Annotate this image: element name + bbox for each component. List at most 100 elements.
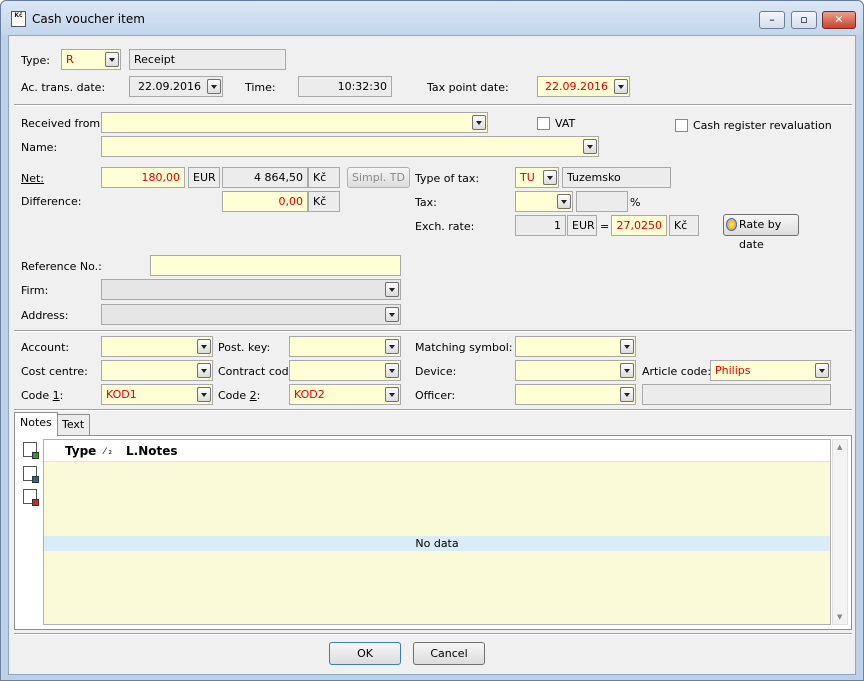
ok-button[interactable]: OK: [329, 642, 401, 665]
officer-description: [642, 384, 831, 405]
net-amount-field[interactable]: 180,00: [101, 167, 185, 188]
reference-number-field[interactable]: [150, 255, 401, 276]
chevron-down-icon[interactable]: [105, 52, 119, 67]
minimize-button[interactable]: –: [759, 11, 785, 29]
chevron-down-icon[interactable]: [385, 339, 399, 354]
chevron-down-icon[interactable]: [385, 363, 399, 378]
received-from-select[interactable]: [101, 112, 488, 133]
rate-by-date-button[interactable]: Rate by date: [723, 214, 799, 251]
chevron-down-icon[interactable]: [197, 363, 211, 378]
tax-point-date-value: 22.09.2016: [545, 80, 608, 93]
column-notes[interactable]: L.Notes: [126, 444, 178, 458]
cash-voucher-window: Kč Cash voucher item – ▫ ✕ Type: R Recei…: [0, 0, 864, 681]
officer-select[interactable]: [515, 384, 636, 405]
code-2-label-number: 2: [249, 389, 257, 402]
code-2-label-text: Code: [218, 389, 250, 402]
firm-label: Firm:: [21, 284, 49, 297]
cancel-button[interactable]: Cancel: [413, 642, 485, 665]
ac-trans-date-field[interactable]: 22.09.2016: [129, 76, 223, 97]
matching-symbol-label: Matching symbol:: [415, 341, 513, 354]
chevron-down-icon[interactable]: [620, 387, 634, 402]
ac-trans-date-label: Ac. trans. date:: [21, 81, 106, 94]
matching-symbol-select[interactable]: [515, 336, 636, 357]
delete-note-icon[interactable]: [23, 489, 39, 506]
chevron-down-icon[interactable]: [207, 79, 221, 94]
difference-field[interactable]: 0,00: [222, 191, 308, 212]
chevron-down-icon[interactable]: [620, 363, 634, 378]
type-select[interactable]: R: [61, 49, 121, 70]
code-1-label-number: 1: [52, 389, 60, 402]
close-button[interactable]: ✕: [822, 11, 856, 29]
contract-code-label: Contract code:: [218, 365, 300, 378]
tax-select[interactable]: [515, 191, 573, 212]
article-code-label: Article code:: [642, 365, 712, 378]
vertical-scrollbar[interactable]: ▲ ▼: [832, 439, 848, 625]
exchange-rate-value-field[interactable]: 27,0250: [611, 215, 667, 236]
chevron-down-icon[interactable]: [815, 363, 829, 378]
chevron-down-icon[interactable]: [583, 139, 597, 154]
net-label-text: Net:: [21, 172, 45, 185]
rate-by-date-label: Rate by date: [739, 218, 782, 251]
dialog-client-area: Type: R Receipt Ac. trans. date: 22.09.2…: [8, 35, 856, 675]
tab-text[interactable]: Text: [56, 414, 91, 436]
chevron-down-icon[interactable]: [472, 115, 486, 130]
contract-code-select[interactable]: [289, 360, 401, 381]
time-field[interactable]: 10:32:30: [298, 76, 392, 97]
simplified-tax-document-button[interactable]: Simpl. TD: [347, 167, 410, 188]
no-data-row: No data: [44, 536, 830, 551]
chevron-down-icon[interactable]: [614, 79, 628, 94]
article-code-value: Philips: [715, 364, 751, 377]
scroll-down-icon[interactable]: ▼: [837, 613, 842, 621]
maximize-button[interactable]: ▫: [791, 11, 817, 29]
title-bar[interactable]: Kč Cash voucher item – ▫ ✕: [1, 1, 863, 35]
time-label: Time:: [245, 81, 276, 94]
tab-notes[interactable]: Notes: [14, 412, 58, 436]
chevron-down-icon[interactable]: [385, 387, 399, 402]
post-key-select[interactable]: [289, 336, 401, 357]
cost-centre-label: Cost centre:: [21, 365, 88, 378]
article-code-select[interactable]: Philips: [710, 360, 831, 381]
code-1-label-colon: :: [59, 389, 64, 402]
chevron-down-icon[interactable]: [197, 339, 211, 354]
code-2-value: KOD2: [294, 388, 325, 401]
tax-label: Tax:: [415, 196, 437, 209]
tax-point-date-field[interactable]: 22.09.2016: [537, 76, 630, 97]
device-label: Device:: [415, 365, 457, 378]
code-2-select[interactable]: KOD2: [289, 384, 401, 405]
cash-voucher-app-icon: Kč: [11, 11, 26, 27]
reference-number-label: Reference No.:: [21, 260, 102, 273]
device-select[interactable]: [515, 360, 636, 381]
chevron-down-icon[interactable]: [197, 387, 211, 402]
type-of-tax-value: TU: [520, 171, 535, 184]
exchange-rate-currency: EUR: [567, 215, 597, 236]
firm-select[interactable]: [101, 279, 401, 300]
column-type[interactable]: Type: [65, 444, 96, 458]
vat-checkbox[interactable]: [537, 117, 550, 130]
account-select[interactable]: [101, 336, 213, 357]
net-label: Net:: [21, 172, 44, 185]
chevron-down-icon[interactable]: [385, 282, 399, 297]
name-select[interactable]: [101, 136, 599, 157]
chevron-down-icon[interactable]: [385, 307, 399, 322]
address-select[interactable]: [101, 304, 401, 325]
close-icon: ✕: [834, 13, 844, 26]
separator: [14, 330, 852, 332]
name-label: Name:: [21, 141, 58, 154]
cost-centre-select[interactable]: [101, 360, 213, 381]
code-1-label-text: Code: [21, 389, 53, 402]
post-key-label: Post. key:: [218, 341, 271, 354]
received-from-label: Received from:: [21, 117, 104, 130]
maximize-icon: ▫: [800, 13, 808, 26]
type-label: Type:: [21, 54, 50, 67]
scroll-up-icon[interactable]: ▲: [837, 443, 842, 451]
type-of-tax-select[interactable]: TU: [515, 167, 559, 188]
edit-note-icon[interactable]: [23, 466, 39, 483]
add-note-icon[interactable]: [23, 442, 39, 459]
chevron-down-icon[interactable]: [543, 170, 557, 185]
notes-grid[interactable]: Type ⁄ ₂ L.Notes No data: [43, 439, 831, 625]
difference-label: Difference:: [21, 195, 82, 208]
cash-register-revaluation-checkbox[interactable]: [675, 119, 688, 132]
code-1-select[interactable]: KOD1: [101, 384, 213, 405]
chevron-down-icon[interactable]: [620, 339, 634, 354]
chevron-down-icon[interactable]: [557, 194, 571, 209]
